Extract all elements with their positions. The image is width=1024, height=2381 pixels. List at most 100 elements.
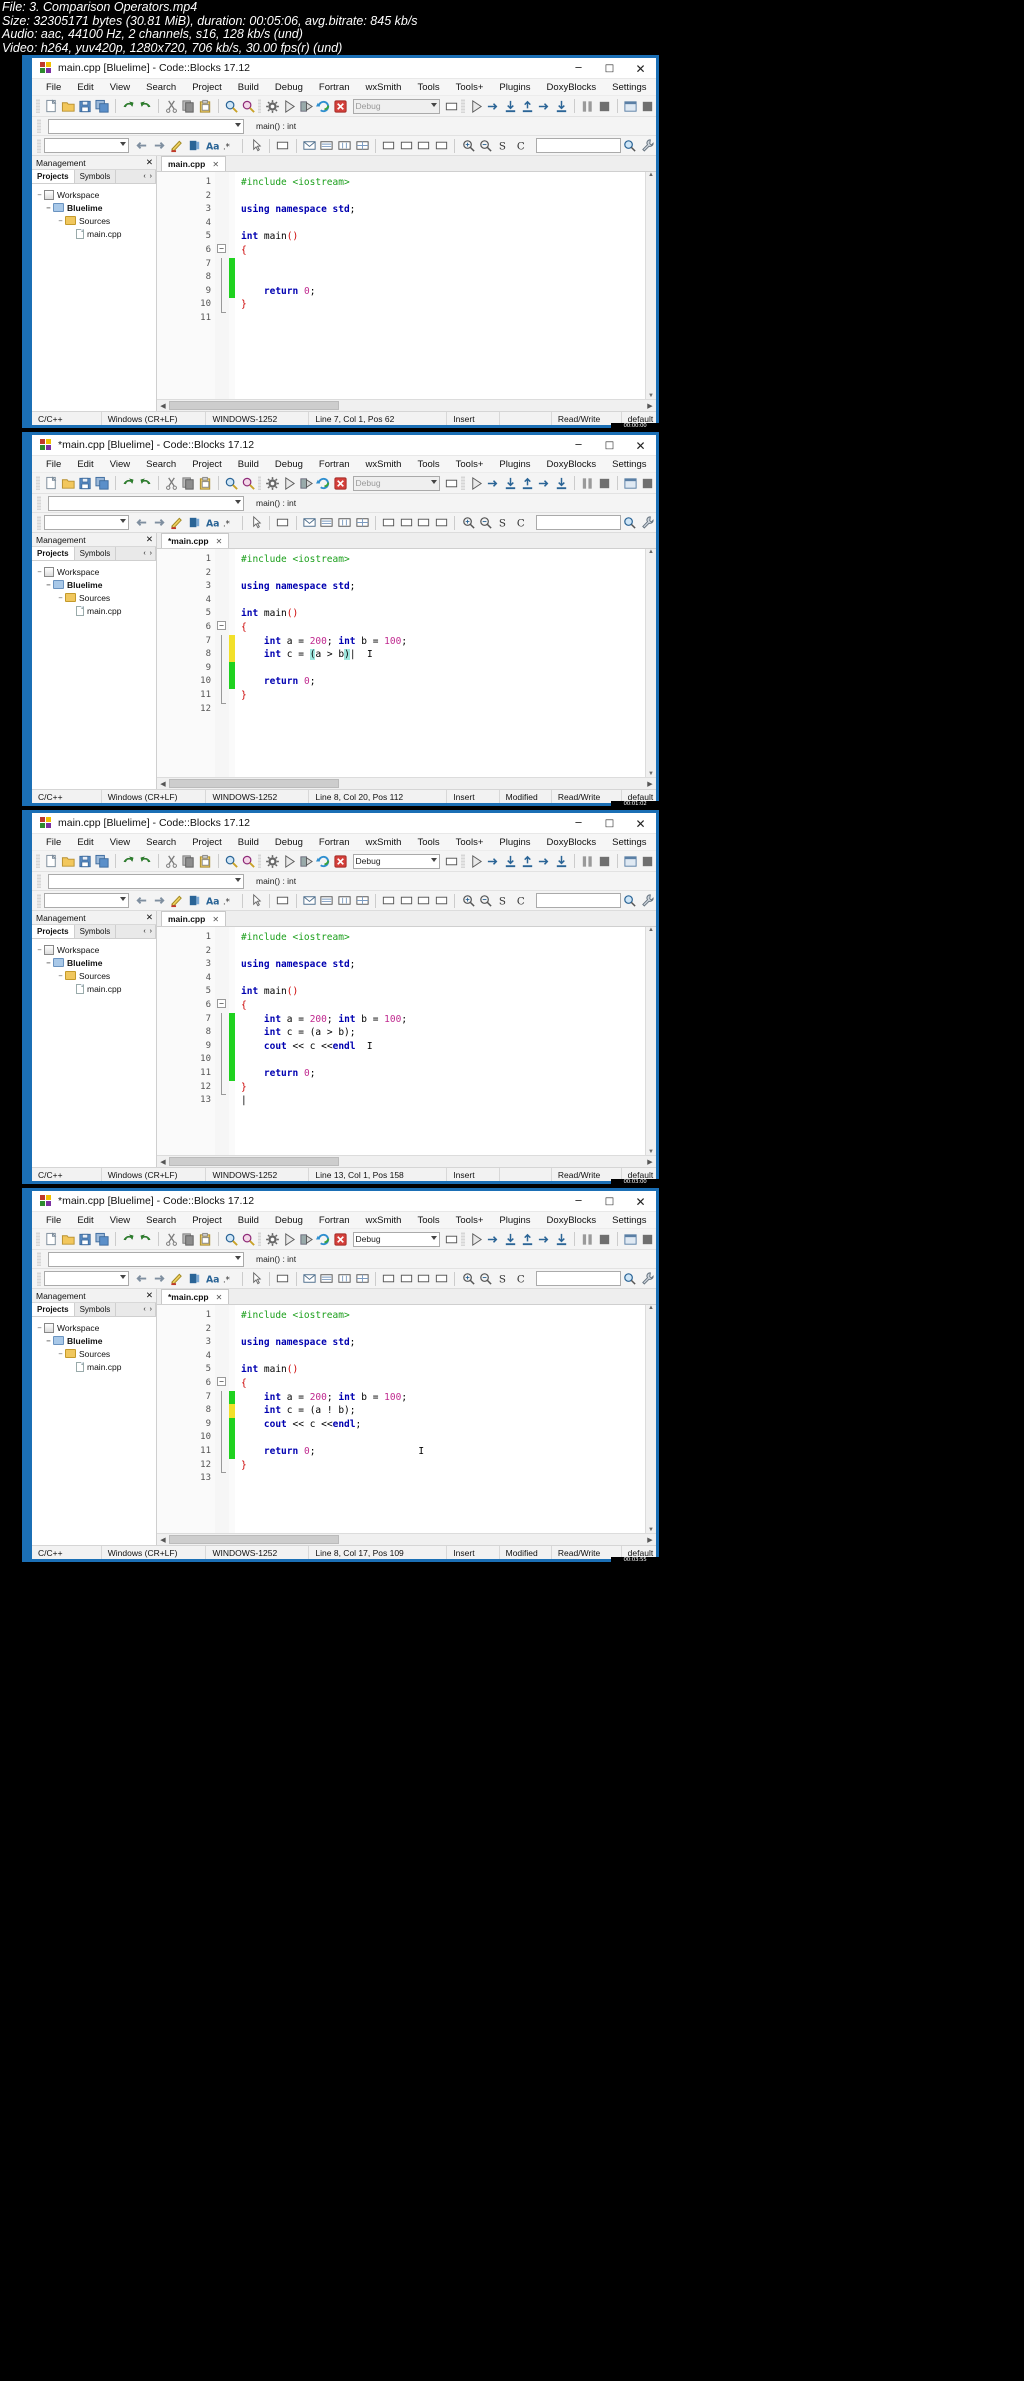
expander-icon[interactable]: −: [56, 972, 65, 980]
debug-step-out-button[interactable]: [520, 98, 535, 115]
find-button[interactable]: [224, 1231, 239, 1248]
replace-button[interactable]: [241, 98, 256, 115]
menu-item-project[interactable]: Project: [184, 1212, 230, 1229]
replace-button[interactable]: [241, 853, 256, 870]
horizontal-scroll-thumb[interactable]: [169, 401, 339, 410]
symbol-c-button[interactable]: C: [513, 1270, 529, 1287]
menu-item-debug[interactable]: Debug: [267, 1212, 311, 1229]
editor-search-combo[interactable]: [43, 1271, 129, 1286]
menu-item-project[interactable]: Project: [184, 834, 230, 851]
editor-tab-main-cpp[interactable]: *main.cpp ✕: [161, 1289, 230, 1304]
redo-button[interactable]: [138, 475, 153, 492]
frame-tool-3-button[interactable]: [416, 892, 432, 909]
symbol-s-button[interactable]: S: [496, 137, 512, 154]
frame-tool-1-button[interactable]: [381, 892, 397, 909]
close-icon[interactable]: ✕: [216, 1293, 223, 1302]
wrench-icon[interactable]: [639, 137, 655, 154]
menu-item-edit[interactable]: Edit: [69, 834, 101, 851]
debug-stop-button[interactable]: [597, 1231, 612, 1248]
menu-item-edit[interactable]: Edit: [69, 1212, 101, 1229]
frame-tool-1-button[interactable]: [381, 137, 397, 154]
horizontal-scroll-thumb[interactable]: [169, 1157, 339, 1166]
debug-continue-button[interactable]: [469, 1231, 484, 1248]
toolbar-grip[interactable]: [36, 854, 40, 868]
menu-item-build[interactable]: Build: [230, 456, 267, 473]
code-editor[interactable]: 1 2 3 4 5 6 7 8 9 10 11 12 13 − #include <iostream> u…: [157, 1305, 645, 1533]
toolbar-grip[interactable]: [257, 854, 262, 868]
tree-item-sources[interactable]: − Sources: [32, 591, 156, 604]
debug-next-instruction-button[interactable]: [537, 853, 552, 870]
debug-break-button[interactable]: [580, 1231, 595, 1248]
debug-next-line-button[interactable]: [486, 475, 501, 492]
code-content[interactable]: #include <iostream> using namespace std; i…: [235, 549, 645, 777]
magnifier-icon[interactable]: [622, 514, 638, 531]
horizontal-scroll-thumb[interactable]: [169, 779, 339, 788]
open-file-button[interactable]: [61, 98, 76, 115]
menu-item-doxyblocks[interactable]: DoxyBlocks: [539, 79, 605, 96]
next-bookmark-button[interactable]: [187, 892, 203, 909]
debugging-windows-button[interactable]: [623, 1231, 638, 1248]
debug-step-into-button[interactable]: [503, 475, 518, 492]
menu-item-help[interactable]: Help: [655, 1212, 657, 1229]
navigate-forward-button[interactable]: [151, 514, 167, 531]
editor-vertical-scrollbar[interactable]: ▲ ▼: [645, 927, 656, 1155]
wrench-icon[interactable]: [639, 1270, 655, 1287]
code-editor[interactable]: 1 2 3 4 5 6 7 8 9 10 11 12 − #include <iostream> usi…: [157, 549, 645, 777]
expander-icon[interactable]: −: [35, 568, 44, 576]
scope-global-combo[interactable]: [48, 873, 244, 889]
run-button[interactable]: [282, 1231, 297, 1248]
scope-function-combo[interactable]: main() : int: [248, 1252, 478, 1267]
frame-tool-4-button[interactable]: [434, 514, 450, 531]
frame-tool-4-button[interactable]: [434, 137, 450, 154]
editor-search-combo[interactable]: [43, 515, 129, 530]
menu-item-help[interactable]: Help: [655, 79, 657, 96]
debug-continue-button[interactable]: [469, 98, 484, 115]
close-icon[interactable]: ✕: [146, 157, 153, 168]
toolbar-grip[interactable]: [461, 99, 465, 113]
horizontal-split-button[interactable]: [319, 514, 335, 531]
tree-item-workspace[interactable]: − Workspace: [32, 188, 156, 201]
regex-button[interactable]: .*: [222, 514, 238, 531]
scope-function-combo[interactable]: main() : int: [248, 496, 478, 511]
tree-item-bluelime[interactable]: − Bluelime: [32, 578, 156, 591]
paste-button[interactable]: [198, 475, 213, 492]
build-and-run-button[interactable]: [299, 853, 314, 870]
copy-button[interactable]: [181, 475, 196, 492]
toolbar-grip[interactable]: [36, 99, 40, 113]
cut-button[interactable]: [164, 853, 179, 870]
frame-tool-1-button[interactable]: [381, 514, 397, 531]
debugging-windows-button[interactable]: [623, 98, 638, 115]
menu-item-file[interactable]: File: [38, 79, 69, 96]
regex-button[interactable]: .*: [222, 137, 238, 154]
redo-button[interactable]: [138, 98, 153, 115]
close-icon[interactable]: ✕: [146, 534, 153, 545]
build-button[interactable]: [265, 853, 280, 870]
scope-function-combo[interactable]: main() : int: [248, 119, 478, 134]
copy-button[interactable]: [181, 98, 196, 115]
zoom-in-button[interactable]: [460, 514, 476, 531]
vertical-split-button[interactable]: [337, 514, 353, 531]
menu-item-doxyblocks[interactable]: DoxyBlocks: [539, 456, 605, 473]
frame-tool-4-button[interactable]: [434, 1270, 450, 1287]
expander-icon[interactable]: −: [35, 1324, 44, 1332]
fold-toggle-icon[interactable]: −: [217, 244, 226, 253]
tab-projects[interactable]: Projects: [32, 170, 75, 183]
debug-continue-button[interactable]: [469, 853, 484, 870]
find-button[interactable]: [224, 853, 239, 870]
menu-item-tools[interactable]: Tools: [409, 456, 447, 473]
close-button[interactable]: ✕: [625, 435, 656, 456]
menu-item-build[interactable]: Build: [230, 834, 267, 851]
toolbar-grip[interactable]: [37, 138, 41, 153]
frame-tool-2-button[interactable]: [399, 514, 415, 531]
zoom-out-button[interactable]: [478, 137, 494, 154]
zoom-in-button[interactable]: [460, 892, 476, 909]
menu-item-fortran[interactable]: Fortran: [311, 1212, 358, 1229]
code-content[interactable]: #include <iostream> using namespace std; i…: [235, 927, 645, 1155]
frame-tool-4-button[interactable]: [434, 892, 450, 909]
menu-item-wxsmith[interactable]: wxSmith: [358, 79, 410, 96]
match-case-button[interactable]: Aa: [204, 892, 220, 909]
grid-layout-button[interactable]: [354, 892, 370, 909]
menu-item-debug[interactable]: Debug: [267, 456, 311, 473]
debug-next-instruction-button[interactable]: [537, 1231, 552, 1248]
code-editor[interactable]: 1 2 3 4 5 6 7 8 9 10 11 12 13 − #include <iostream> u…: [157, 927, 645, 1155]
